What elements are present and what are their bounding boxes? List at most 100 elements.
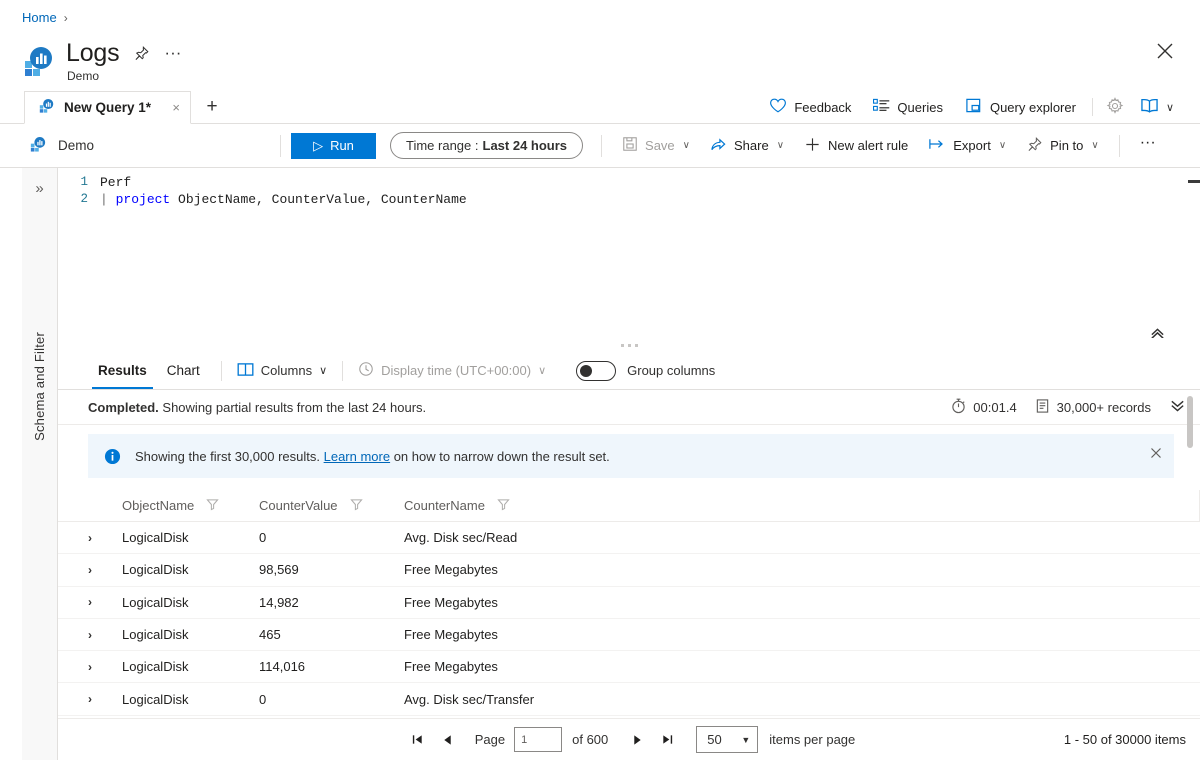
cell-countername: Avg. Disk sec/Read: [404, 530, 518, 546]
header-more-icon[interactable]: ···: [164, 44, 181, 61]
book-icon: [1140, 97, 1159, 117]
table-row[interactable]: › LogicalDisk 0 Avg. Disk sec/Transfer: [58, 683, 1200, 716]
display-time-chevron-down-icon[interactable]: ∨: [538, 364, 546, 377]
schema-filter-rail[interactable]: » Schema and Filter: [22, 168, 58, 760]
columns-chevron-down-icon[interactable]: ∨: [319, 364, 327, 377]
table-scrollbar-thumb[interactable]: [1187, 396, 1193, 448]
time-range-picker[interactable]: Time range : Last 24 hours: [390, 132, 584, 159]
pin-to-button[interactable]: Pin to ∨: [1016, 131, 1109, 161]
table-scrollbar[interactable]: [1187, 396, 1193, 566]
row-expand-chevron-icon[interactable]: ›: [88, 692, 122, 706]
row-expand-chevron-icon[interactable]: ›: [88, 595, 122, 609]
query-explorer-button[interactable]: Query explorer: [954, 91, 1087, 123]
settings-button[interactable]: [1098, 91, 1132, 123]
run-button[interactable]: ▷ Run: [291, 132, 376, 159]
new-alert-rule-button[interactable]: New alert rule: [794, 131, 918, 161]
cell-countervalue: 14,982: [259, 594, 299, 610]
workspace-selector[interactable]: Demo: [0, 136, 270, 156]
status-completed: Completed.: [88, 399, 159, 415]
row-expand-chevron-icon[interactable]: ›: [88, 628, 122, 642]
splitter-dot: [627, 343, 631, 347]
row-expand-chevron-icon[interactable]: ›: [88, 660, 122, 674]
query-tab-label: New Query 1*: [64, 100, 152, 115]
tab-chart-label: Chart: [166, 363, 200, 378]
export-button[interactable]: Export ∨: [918, 131, 1016, 161]
columns-button[interactable]: Columns ∨: [233, 362, 331, 380]
filter-icon[interactable]: [349, 498, 363, 514]
save-label: Save: [645, 138, 675, 153]
row-expand-chevron-icon[interactable]: ›: [88, 563, 122, 577]
first-page-button[interactable]: [403, 725, 433, 755]
explorer-icon: [965, 97, 983, 117]
group-columns-toggle[interactable]: [576, 360, 617, 381]
editor-results-splitter[interactable]: [58, 338, 1200, 352]
command-bar: Demo ▷ Run Time range : Last 24 hours Sa…: [0, 124, 1200, 168]
workspace-icon: [30, 136, 47, 156]
filter-icon[interactable]: [497, 498, 510, 514]
column-header-objectname[interactable]: ObjectName: [122, 498, 259, 514]
table-row[interactable]: › LogicalDisk 465 Free Megabytes: [58, 619, 1200, 652]
banner-close-icon[interactable]: [1150, 447, 1162, 462]
cell-objectname: LogicalDisk: [122, 691, 189, 707]
filter-icon[interactable]: [206, 498, 219, 514]
export-chevron-down-icon[interactable]: ∨: [999, 140, 1006, 151]
results-details-chevron-icon[interactable]: [1169, 399, 1186, 416]
last-page-button[interactable]: [652, 725, 682, 755]
table-row[interactable]: › LogicalDisk 98,569 Free Megabytes: [58, 554, 1200, 587]
next-page-button[interactable]: [622, 725, 652, 755]
query-tab-new-query-1[interactable]: New Query 1* ×: [24, 91, 191, 124]
learn-more-link[interactable]: Learn more: [324, 449, 390, 464]
cell-countername: Free Megabytes: [404, 659, 498, 675]
expand-rail-chevron-icon[interactable]: »: [35, 180, 43, 197]
page-subtitle: Demo: [67, 69, 100, 83]
tabstrip-actions: Feedback Queries Query explorer ∨: [758, 91, 1182, 123]
column-header-countervalue[interactable]: CounterValue: [259, 498, 404, 514]
save-chevron-down-icon[interactable]: ∨: [683, 140, 690, 151]
editor-code[interactable]: Perf | project ObjectName, CounterValue, …: [100, 174, 1182, 208]
tab-results[interactable]: Results: [88, 352, 157, 389]
title-block: Logs ··· Demo: [66, 38, 181, 83]
display-time-button[interactable]: Display time (UTC+00:00) ∨: [354, 361, 550, 380]
results-table: ObjectName CounterValue CounterName › Lo…: [58, 490, 1200, 728]
close-icon[interactable]: [1154, 40, 1176, 62]
new-query-tab-button[interactable]: +: [200, 95, 224, 119]
table-row[interactable]: › LogicalDisk 0 Avg. Disk sec/Read: [58, 522, 1200, 555]
row-expand-chevron-icon[interactable]: ›: [88, 531, 122, 545]
pin-to-chevron-down-icon[interactable]: ∨: [1091, 140, 1098, 151]
share-icon: [710, 136, 727, 155]
code-keyword-project: project: [115, 192, 171, 207]
command-divider-1: [280, 134, 281, 157]
column-header-countername[interactable]: CounterName: [404, 498, 584, 514]
table-row[interactable]: › LogicalDisk 114,016 Free Megabytes: [58, 651, 1200, 684]
export-icon: [928, 137, 946, 154]
results-divider-2: [342, 360, 344, 381]
columns-label: Columns: [260, 363, 313, 378]
save-button[interactable]: Save ∨: [612, 131, 700, 161]
editor-scrollbar-marker[interactable]: [1188, 180, 1200, 183]
feedback-button[interactable]: Feedback: [758, 91, 862, 123]
time-range-value: Last 24 hours: [482, 138, 568, 153]
new-alert-rule-label: New alert rule: [828, 138, 909, 153]
tab-chart[interactable]: Chart: [157, 352, 210, 389]
share-chevron-down-icon[interactable]: ∨: [777, 140, 784, 151]
share-button[interactable]: Share ∨: [700, 131, 794, 161]
previous-page-button[interactable]: [433, 725, 463, 755]
book-chevron-down-icon[interactable]: ∨: [1166, 101, 1174, 114]
save-icon: [622, 136, 638, 155]
page-number-input[interactable]: [514, 727, 563, 752]
query-tab-close-icon[interactable]: ×: [172, 100, 180, 115]
breadcrumb-home[interactable]: Home: [22, 10, 57, 25]
pin-icon[interactable]: [133, 45, 150, 62]
queries-button[interactable]: Queries: [862, 91, 954, 123]
items-per-page-label: items per page: [769, 732, 856, 747]
info-icon: [104, 448, 121, 465]
page-size-select[interactable]: 50 ▼: [696, 726, 759, 753]
table-row[interactable]: › LogicalDisk 14,982 Free Megabytes: [58, 587, 1200, 619]
time-range-label: Time range :: [406, 138, 479, 153]
command-overflow-button[interactable]: ···: [1130, 131, 1166, 161]
feedback-label: Feedback: [794, 99, 852, 115]
help-book-button[interactable]: ∨: [1132, 91, 1182, 123]
query-editor[interactable]: 1 2 Perf | project ObjectName, CounterVal…: [58, 168, 1200, 344]
results-table-body[interactable]: › LogicalDisk 0 Avg. Disk sec/Read › Log…: [58, 522, 1200, 728]
group-columns-control[interactable]: Group columns: [576, 360, 715, 381]
